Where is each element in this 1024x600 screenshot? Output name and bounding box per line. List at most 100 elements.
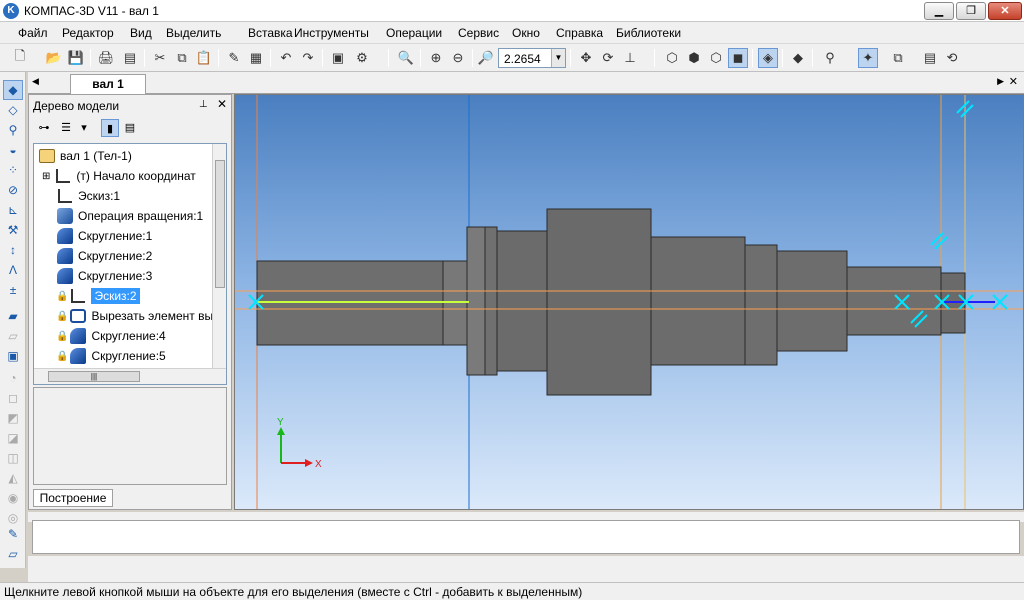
shaft-segment[interactable] [484, 226, 498, 376]
properties-panel[interactable] [32, 520, 1020, 554]
sheet-icon[interactable]: ▣ [3, 346, 23, 366]
tree-item[interactable]: Скругление:2 [56, 246, 152, 266]
wireframe-icon[interactable]: ⬡ [662, 48, 682, 68]
layers-icon[interactable]: ⚙ [352, 48, 372, 68]
shaft-segment[interactable] [496, 230, 548, 372]
menu-item-7[interactable]: Сервис [458, 26, 499, 40]
expand-icon[interactable]: ⊞ [42, 171, 50, 182]
menu-item-10[interactable]: Библиотеки [616, 26, 681, 40]
pan-icon[interactable]: ✥ [576, 48, 596, 68]
mirror-icon[interactable]: ◭ [3, 468, 23, 488]
tree-horizontal-scrollbar[interactable]: ||| [34, 368, 226, 384]
designations-icon[interactable]: Λ [3, 260, 23, 280]
dimensions-icon[interactable]: ↕ [3, 240, 23, 260]
tree-item[interactable]: Эскиз:1 [56, 186, 120, 206]
properties-icon[interactable]: ✎ [224, 48, 244, 68]
filter-icon[interactable]: ⚲ [820, 48, 840, 68]
model-viewport[interactable]: Y X [234, 94, 1024, 510]
tab-document[interactable]: вал 1 [70, 74, 146, 94]
print-preview-icon[interactable]: 🖨 [96, 48, 116, 68]
tree-item[interactable]: 🔒 Вырезать элемент выдавливания:1 [56, 306, 226, 326]
copy-icon[interactable]: ⧉ [172, 48, 192, 68]
menu-item-0[interactable]: Файл [18, 26, 48, 40]
tree-item[interactable]: 🔒 Скругление:4 [56, 326, 166, 346]
shell-icon[interactable]: ◔ [3, 368, 23, 388]
tree-item[interactable]: Скругление:3 [56, 266, 152, 286]
open-icon[interactable]: 📂 [44, 48, 64, 68]
maximize-button[interactable]: ❐ [956, 2, 986, 20]
shaft-segment[interactable] [650, 236, 746, 366]
hidden-lines-dim-icon[interactable]: ⬡ [706, 48, 726, 68]
shaft-segment[interactable] [776, 250, 848, 352]
sketch-icon[interactable]: ▱ [3, 544, 23, 564]
tab-scroll-left-icon[interactable]: ◀ [32, 76, 39, 87]
menu-item-3[interactable]: Выделить [166, 26, 221, 40]
filter-icon[interactable]: ⚲ [3, 120, 23, 140]
shaded-edges-icon[interactable]: ◈ [758, 48, 778, 68]
zoom-in-icon[interactable]: ⊕ [426, 48, 446, 68]
split-icon[interactable]: ◫ [3, 448, 23, 468]
pin-icon[interactable]: ⊥ [199, 99, 208, 110]
refresh-icon[interactable]: ⟲ [942, 48, 962, 68]
editing-part-icon[interactable]: ◆ [3, 80, 23, 100]
tree-display-icon[interactable]: ☰ [57, 119, 75, 137]
tree-item[interactable]: Операция вращения:1 [56, 206, 203, 226]
redo-icon[interactable]: ↷ [298, 48, 318, 68]
tree-item[interactable]: 🔒 Эскиз:2 [56, 286, 140, 306]
shaded-icon[interactable]: ◼ [728, 48, 748, 68]
tree-properties-icon[interactable]: ▤ [121, 119, 139, 137]
zoom-scale-icon[interactable]: 🔎 [476, 48, 496, 68]
measure-icon[interactable]: ⊾ [3, 200, 23, 220]
rib-icon[interactable]: ◻ [3, 388, 23, 408]
tab-construction[interactable]: Построение [33, 489, 113, 507]
menu-item-1[interactable]: Редактор [62, 26, 114, 40]
undo-icon[interactable]: ↶ [276, 48, 296, 68]
new-icon[interactable]: 🗋 [10, 48, 30, 68]
chevron-down-icon[interactable]: ▾ [75, 119, 93, 137]
revolve-icon[interactable]: ▱ [3, 326, 23, 346]
tab-close-icon[interactable]: ✕ [1009, 75, 1018, 88]
tree-vertical-scrollbar[interactable] [212, 144, 226, 368]
model-canvas[interactable]: Y X [235, 95, 1024, 510]
arrays-icon[interactable]: ⁘ [3, 160, 23, 180]
manager-icon[interactable]: ▣ [328, 48, 348, 68]
spec-list-icon[interactable]: ▤ [920, 48, 940, 68]
save-icon[interactable]: 💾 [66, 48, 86, 68]
menu-item-9[interactable]: Справка [556, 26, 603, 40]
zoom-window-icon[interactable]: 🔍 [396, 48, 416, 68]
surfaces-icon[interactable]: ◒ [3, 140, 23, 160]
spec-icon[interactable]: ▦ [246, 48, 266, 68]
tree-view-icon[interactable]: ▮ [101, 119, 119, 137]
close-icon[interactable]: ✕ [217, 97, 227, 111]
tree-structure-icon[interactable]: ⊶ [35, 119, 53, 137]
auxiliary-geometry-icon[interactable]: ⊘ [3, 180, 23, 200]
shaft-segment[interactable] [846, 266, 942, 336]
shaft-segment[interactable] [744, 244, 778, 366]
hidden-lines-icon[interactable]: ⬢ [684, 48, 704, 68]
shaft-segment[interactable] [466, 226, 486, 376]
menu-item-6[interactable]: Операции [386, 26, 442, 40]
rotate-icon[interactable]: ⟳ [598, 48, 618, 68]
constraints-icon[interactable]: ± [3, 280, 23, 300]
menu-item-5[interactable]: Инструменты [294, 26, 369, 40]
scroll-thumb[interactable] [215, 160, 225, 288]
tree-item[interactable]: ⊞ (т) Начало координат [42, 166, 196, 186]
chevron-down-icon[interactable]: ▼ [551, 49, 565, 67]
libraries-icon[interactable]: ⧉ [888, 48, 908, 68]
shaft-segment[interactable] [546, 208, 652, 396]
perspective-icon[interactable]: ◆ [788, 48, 808, 68]
menu-item-2[interactable]: Вид [130, 26, 152, 40]
draft-icon[interactable]: ◩ [3, 408, 23, 428]
zoom-out-icon[interactable]: ⊖ [448, 48, 468, 68]
minimize-button[interactable]: ▁ [924, 2, 954, 20]
scroll-thumb[interactable]: ||| [48, 371, 140, 382]
spatial-curves-icon[interactable]: ◇ [3, 100, 23, 120]
tree-item[interactable]: Скругление:1 [56, 226, 152, 246]
close-button[interactable]: ✕ [988, 2, 1022, 20]
menu-item-8[interactable]: Окно [512, 26, 540, 40]
snap-icon[interactable]: ✦ [858, 48, 878, 68]
cut-icon[interactable]: ✂ [150, 48, 170, 68]
menu-item-4[interactable]: Вставка [248, 26, 293, 40]
paste-icon[interactable]: 📋 [194, 48, 214, 68]
tree-item[interactable]: 🔒 Скругление:5 [56, 346, 166, 366]
